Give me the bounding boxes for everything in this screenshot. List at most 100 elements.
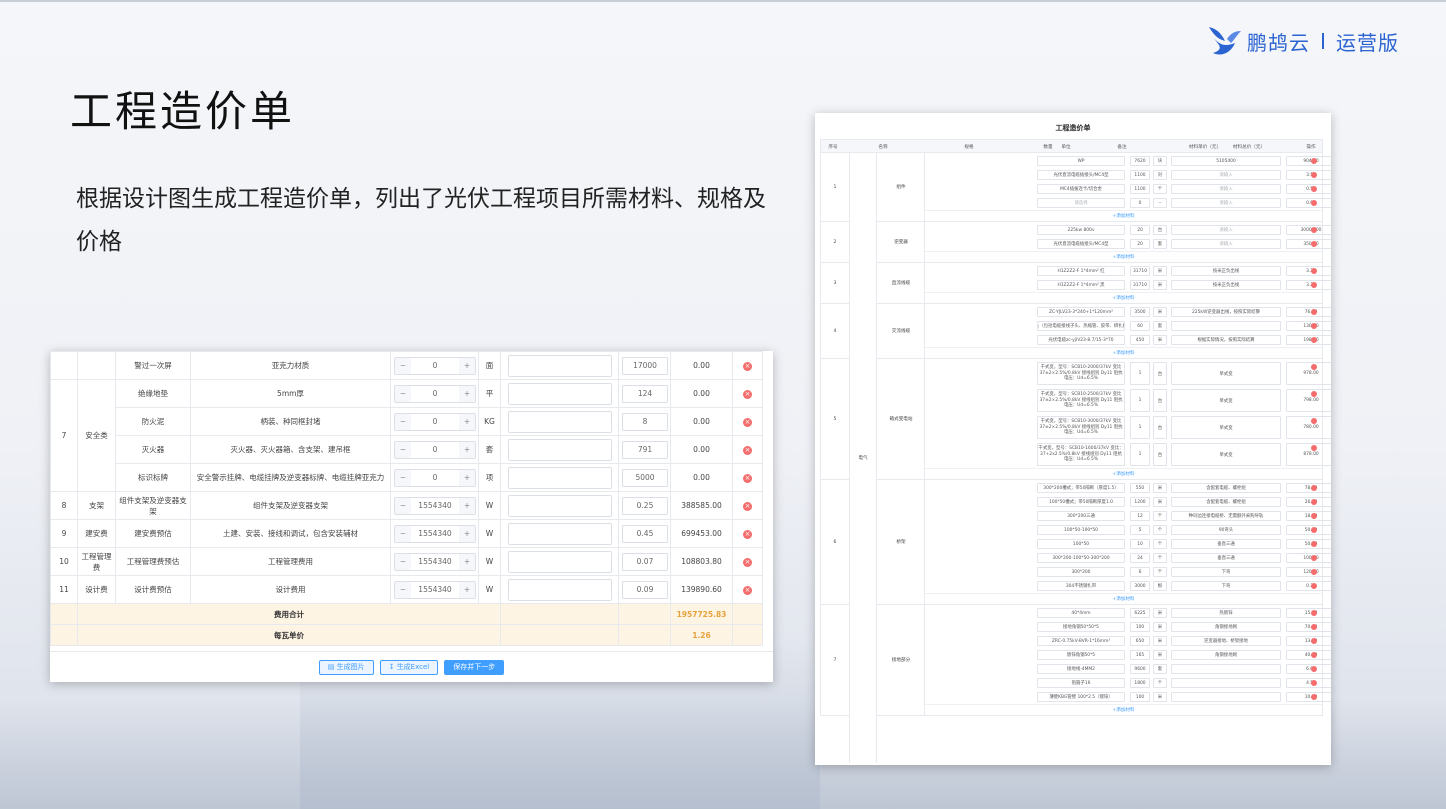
item-price-field[interactable]: 798.00 bbox=[1286, 389, 1331, 412]
item-price-field[interactable]: 50.00 bbox=[1286, 539, 1331, 549]
item-note-field[interactable]: 逆变器接地、桥架接地 bbox=[1171, 636, 1281, 646]
item-price-field[interactable]: 26.00 bbox=[1286, 497, 1331, 507]
item-unit-field[interactable]: 米 bbox=[1153, 650, 1167, 660]
quantity-value[interactable]: 1554340 bbox=[411, 501, 459, 510]
add-material-link[interactable]: +添加材料 bbox=[925, 593, 1322, 604]
item-spec-field[interactable]: 光伏电缆zc-yjlV23-8.7/15-3*70 bbox=[1037, 335, 1125, 345]
note-textarea[interactable] bbox=[507, 354, 612, 377]
delete-icon[interactable] bbox=[1311, 172, 1317, 178]
increment-button[interactable]: + bbox=[459, 357, 475, 374]
item-note-field[interactable]: 请输入 bbox=[1171, 184, 1281, 194]
item-note-field[interactable] bbox=[1171, 692, 1281, 702]
delete-icon[interactable]: × bbox=[743, 445, 752, 455]
add-material-link[interactable]: +添加材料 bbox=[925, 347, 1322, 358]
item-note-field[interactable]: 含配套电缆、螺栓组 bbox=[1171, 483, 1281, 493]
price-input[interactable]: 0.25 bbox=[622, 496, 668, 515]
note-textarea[interactable] bbox=[507, 438, 612, 461]
item-qty-field[interactable]: 9600 bbox=[1130, 664, 1150, 674]
note-textarea[interactable] bbox=[507, 410, 612, 433]
add-material-link[interactable]: +添加材料 bbox=[925, 292, 1322, 303]
item-unit-field[interactable]: 米 bbox=[1153, 636, 1167, 646]
item-unit-field[interactable]: 台 bbox=[1153, 443, 1167, 466]
item-price-field[interactable]: 18.00 bbox=[1286, 511, 1331, 521]
item-unit-field[interactable]: 台 bbox=[1153, 362, 1167, 385]
increment-button[interactable]: + bbox=[459, 553, 475, 570]
add-material-link[interactable]: +添加材料 bbox=[925, 210, 1322, 221]
item-price-field[interactable]: 15.00 bbox=[1286, 608, 1331, 618]
item-qty-field[interactable]: 1 bbox=[1130, 362, 1150, 385]
delete-icon[interactable] bbox=[1311, 391, 1317, 397]
item-price-field[interactable]: 3.25 bbox=[1286, 266, 1331, 276]
quantity-stepper[interactable]: −1554340 + bbox=[394, 524, 476, 543]
item-qty-field[interactable]: 20 bbox=[1130, 239, 1150, 249]
item-note-field[interactable]: 根据实际情况，按照实际结算 bbox=[1171, 335, 1281, 345]
item-qty-field[interactable]: 650 bbox=[1130, 636, 1150, 646]
item-spec-field[interactable]: 光伏直流电缆插接头/MC4型 bbox=[1037, 239, 1125, 249]
delete-icon[interactable] bbox=[1311, 499, 1317, 505]
item-price-field[interactable]: 0.00 bbox=[1286, 198, 1331, 208]
item-qty-field[interactable]: 0 bbox=[1130, 198, 1150, 208]
item-qty-field[interactable]: 100 bbox=[1130, 692, 1150, 702]
item-qty-field[interactable]: 7620 bbox=[1130, 156, 1150, 166]
delete-icon[interactable]: × bbox=[743, 389, 752, 399]
item-spec-field[interactable]: 干式变，型号：SCB10-2500/37kV 变比37±2×2.5%/0.8kV… bbox=[1037, 389, 1125, 412]
item-note-field[interactable]: 单式变 bbox=[1171, 443, 1281, 466]
item-spec-field[interactable]: ZC-YJLV23-3*240+1*120mm² bbox=[1037, 307, 1125, 317]
item-unit-field[interactable]: 米 bbox=[1153, 280, 1167, 290]
delete-icon[interactable] bbox=[1311, 418, 1317, 424]
item-qty-field[interactable]: 1100 bbox=[1130, 184, 1150, 194]
delete-icon[interactable] bbox=[1311, 364, 1317, 370]
item-unit-field[interactable]: 根 bbox=[1153, 581, 1167, 591]
item-spec-field[interactable]: H1Z2Z2-F 1*4mm² 黑 bbox=[1037, 280, 1125, 290]
item-price-field[interactable]: 40.00 bbox=[1286, 650, 1331, 660]
item-unit-field[interactable]: 个 bbox=[1153, 678, 1167, 688]
item-spec-field[interactable]: 300*200-100*50-300*200 bbox=[1037, 553, 1125, 563]
quantity-value[interactable]: 0 bbox=[411, 361, 459, 370]
item-unit-field[interactable]: 块 bbox=[1153, 156, 1167, 166]
item-price-field[interactable]: 10.00 bbox=[1286, 692, 1331, 702]
quantity-value[interactable]: 0 bbox=[411, 417, 459, 426]
item-spec-field[interactable]: 300*200 bbox=[1037, 567, 1125, 577]
item-note-field[interactable]: 角钢接地网 bbox=[1171, 650, 1281, 660]
price-input[interactable]: 0.45 bbox=[622, 524, 668, 543]
item-note-field[interactable]: 请输入 bbox=[1171, 198, 1281, 208]
item-price-field[interactable]: 878.00 bbox=[1286, 443, 1331, 466]
delete-icon[interactable]: × bbox=[743, 557, 752, 567]
quantity-stepper[interactable]: −0 + bbox=[394, 412, 476, 431]
delete-icon[interactable] bbox=[1311, 445, 1317, 451]
item-unit-field[interactable]: 个 bbox=[1153, 567, 1167, 577]
save-next-button[interactable]: 保存并下一步 bbox=[444, 659, 505, 675]
price-input[interactable]: 8 bbox=[622, 412, 668, 431]
item-note-field[interactable]: 单式变 bbox=[1171, 362, 1281, 385]
generate-image-button[interactable]: ▤ 生成图片 bbox=[318, 659, 374, 675]
item-unit-field[interactable]: 米 bbox=[1153, 622, 1167, 632]
quantity-value[interactable]: 1554340 bbox=[411, 585, 459, 594]
item-note-field[interactable]: 请输入 bbox=[1171, 225, 1281, 235]
item-qty-field[interactable]: 60 bbox=[1130, 321, 1150, 331]
delete-icon[interactable] bbox=[1311, 485, 1317, 491]
item-unit-field[interactable]: 米 bbox=[1153, 608, 1167, 618]
item-spec-field[interactable]: 薄壁KBG管壁 100*2.5（镀锌） bbox=[1037, 692, 1125, 702]
item-price-field[interactable]: 3.50 bbox=[1286, 170, 1331, 180]
note-textarea[interactable] bbox=[507, 494, 612, 517]
item-spec-field[interactable]: 300*200三通 bbox=[1037, 511, 1125, 521]
item-note-field[interactable]: 90弯头 bbox=[1171, 525, 1281, 535]
delete-icon[interactable]: × bbox=[743, 417, 752, 427]
item-unit-field[interactable]: 台 bbox=[1153, 389, 1167, 412]
add-material-link[interactable]: +添加材料 bbox=[925, 468, 1322, 479]
item-unit-field[interactable]: 个 bbox=[1153, 525, 1167, 535]
item-unit-field[interactable]: 个 bbox=[1153, 184, 1167, 194]
item-unit-field[interactable]: 米 bbox=[1153, 335, 1167, 345]
delete-icon[interactable] bbox=[1311, 241, 1317, 247]
item-spec-field[interactable]: 干式变，型号：SCB10-2000/37kV 变比37±2×2.5%/0.8kV… bbox=[1037, 362, 1125, 385]
item-note-field[interactable]: 单式变 bbox=[1171, 416, 1281, 439]
decrement-button[interactable]: − bbox=[395, 441, 411, 458]
item-qty-field[interactable]: 20 bbox=[1130, 225, 1150, 235]
note-textarea[interactable] bbox=[507, 466, 612, 489]
item-qty-field[interactable]: 1800 bbox=[1130, 678, 1150, 688]
delete-icon[interactable]: × bbox=[743, 501, 752, 511]
item-price-field[interactable]: 78.00 bbox=[1286, 483, 1331, 493]
delete-icon[interactable] bbox=[1311, 610, 1317, 616]
item-spec-field[interactable]: 100*50槽式；带50隔断厚度1.0 bbox=[1037, 497, 1125, 507]
item-price-field[interactable]: 120.00 bbox=[1286, 567, 1331, 577]
